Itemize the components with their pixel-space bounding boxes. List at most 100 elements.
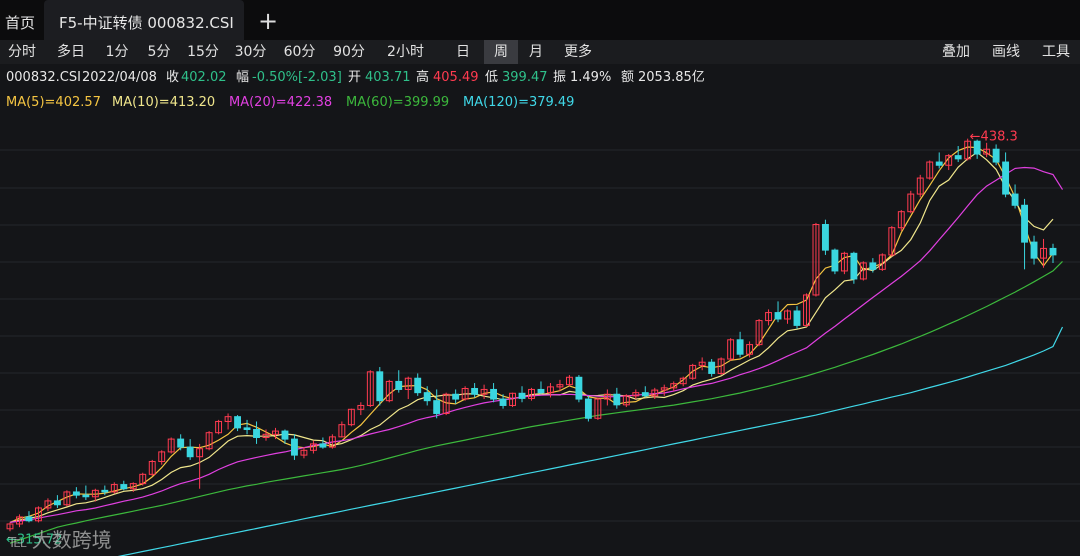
ma5-legend: MA(5)=402.57 xyxy=(6,95,101,110)
candle xyxy=(916,174,924,198)
overlay-button[interactable]: 叠加 xyxy=(934,40,978,64)
candle xyxy=(196,443,204,489)
candle xyxy=(272,427,279,440)
candle xyxy=(660,384,668,396)
candle xyxy=(840,251,848,275)
watermark-logo-icon: ℡ xyxy=(8,531,27,552)
watermark-text: 大数跨境 xyxy=(31,528,112,552)
candle xyxy=(784,309,791,324)
tab-bar: 首页 F5-中证转债 000832.CSI + xyxy=(0,0,1080,42)
tab-active-chart[interactable]: F5-中证转债 000832.CSI xyxy=(44,0,244,42)
candle xyxy=(509,392,516,408)
low-label: 低 xyxy=(485,70,499,85)
candle xyxy=(452,389,460,404)
candle xyxy=(821,219,829,255)
candle xyxy=(632,389,640,400)
candle xyxy=(25,511,33,523)
candle xyxy=(139,472,147,486)
candle xyxy=(253,421,260,444)
period-3-button[interactable]: 5分 xyxy=(140,40,178,64)
candle xyxy=(148,459,156,476)
low-value: 399.47 xyxy=(502,70,548,85)
period-toolbar: 分时 多日 1分 5分 15分 30分 60分 90分 2小时日周月更多 叠加 画线 工具 xyxy=(0,40,1080,64)
candle xyxy=(1030,235,1038,265)
change-value: -0.50%[-2.03] xyxy=(252,70,342,85)
candle xyxy=(414,373,422,396)
period-5-button[interactable]: 30分 xyxy=(228,40,273,64)
candle xyxy=(433,389,441,419)
candle xyxy=(622,394,630,408)
period-10-button[interactable]: 周 xyxy=(484,40,518,64)
candle xyxy=(215,419,223,435)
candle xyxy=(812,222,820,297)
candle xyxy=(537,381,545,395)
period-4-button[interactable]: 15分 xyxy=(182,40,224,64)
index-code: 000832.CSI xyxy=(6,70,81,85)
candle xyxy=(72,487,80,499)
quote-date: 2022/04/08 xyxy=(82,70,157,85)
candle xyxy=(82,485,90,500)
open-label: 开 xyxy=(348,70,362,85)
period-7-button[interactable]: 90分 xyxy=(326,40,372,64)
max-price-label: ←438.3 xyxy=(970,130,1018,145)
candle xyxy=(698,357,706,371)
period-0-button[interactable]: 分时 xyxy=(0,40,44,64)
candle xyxy=(347,408,355,427)
candle xyxy=(366,370,374,408)
change-label: 幅 xyxy=(236,70,250,85)
candle xyxy=(291,434,298,460)
candle xyxy=(1049,243,1057,264)
candle xyxy=(641,386,649,398)
candlestick-chart[interactable]: ←438.3 ←315.72 xyxy=(0,114,1080,556)
period-6-button[interactable]: 60分 xyxy=(277,40,322,64)
quote-info-bar: 000832.CSI 2022/04/08 收 402.02 幅 -0.50%[… xyxy=(0,66,1080,90)
candle xyxy=(395,370,403,393)
candle xyxy=(565,375,573,387)
candle xyxy=(338,421,346,438)
period-1-button[interactable]: 多日 xyxy=(48,40,94,64)
candle xyxy=(584,395,592,422)
watermark: ℡ 大数跨境 xyxy=(8,524,112,553)
candle xyxy=(357,402,365,416)
candle xyxy=(765,309,772,326)
candle xyxy=(243,419,251,435)
candle xyxy=(831,248,839,275)
candle xyxy=(224,413,232,430)
candle xyxy=(793,306,801,329)
candle xyxy=(603,389,611,406)
amount-value: 2053.85亿 xyxy=(638,70,705,85)
ma-line-MA(60) xyxy=(9,260,1063,544)
candle xyxy=(1021,198,1028,270)
ma10-legend: MA(10)=413.20 xyxy=(112,95,216,110)
candle xyxy=(575,375,583,403)
candle xyxy=(1002,152,1010,198)
candle xyxy=(689,363,697,380)
candle xyxy=(385,379,393,403)
candle xyxy=(907,190,915,214)
candle xyxy=(404,376,412,400)
period-12-button[interactable]: 更多 xyxy=(555,40,601,64)
candle xyxy=(594,397,602,420)
close-label: 收 xyxy=(166,70,180,85)
candle xyxy=(53,495,61,508)
add-tab-button[interactable]: + xyxy=(258,0,278,42)
candle xyxy=(850,251,858,284)
candle xyxy=(518,386,526,403)
candle xyxy=(954,146,962,163)
candle xyxy=(234,415,242,432)
candle xyxy=(300,447,308,459)
candle xyxy=(727,338,735,361)
tools-button[interactable]: 工具 xyxy=(1034,40,1078,64)
ma-line-MA(10) xyxy=(9,151,1054,523)
candle xyxy=(120,480,128,491)
candle xyxy=(158,450,166,465)
period-8-button[interactable]: 2小时 xyxy=(377,40,434,64)
candle xyxy=(992,144,1000,166)
period-9-button[interactable]: 日 xyxy=(446,40,480,64)
ma60-legend: MA(60)=399.99 xyxy=(346,95,450,110)
draw-line-button[interactable]: 画线 xyxy=(984,40,1028,64)
period-11-button[interactable]: 月 xyxy=(520,40,552,64)
period-2-button[interactable]: 1分 xyxy=(98,40,136,64)
candle xyxy=(926,160,934,180)
tab-home[interactable]: 首页 xyxy=(5,0,35,42)
